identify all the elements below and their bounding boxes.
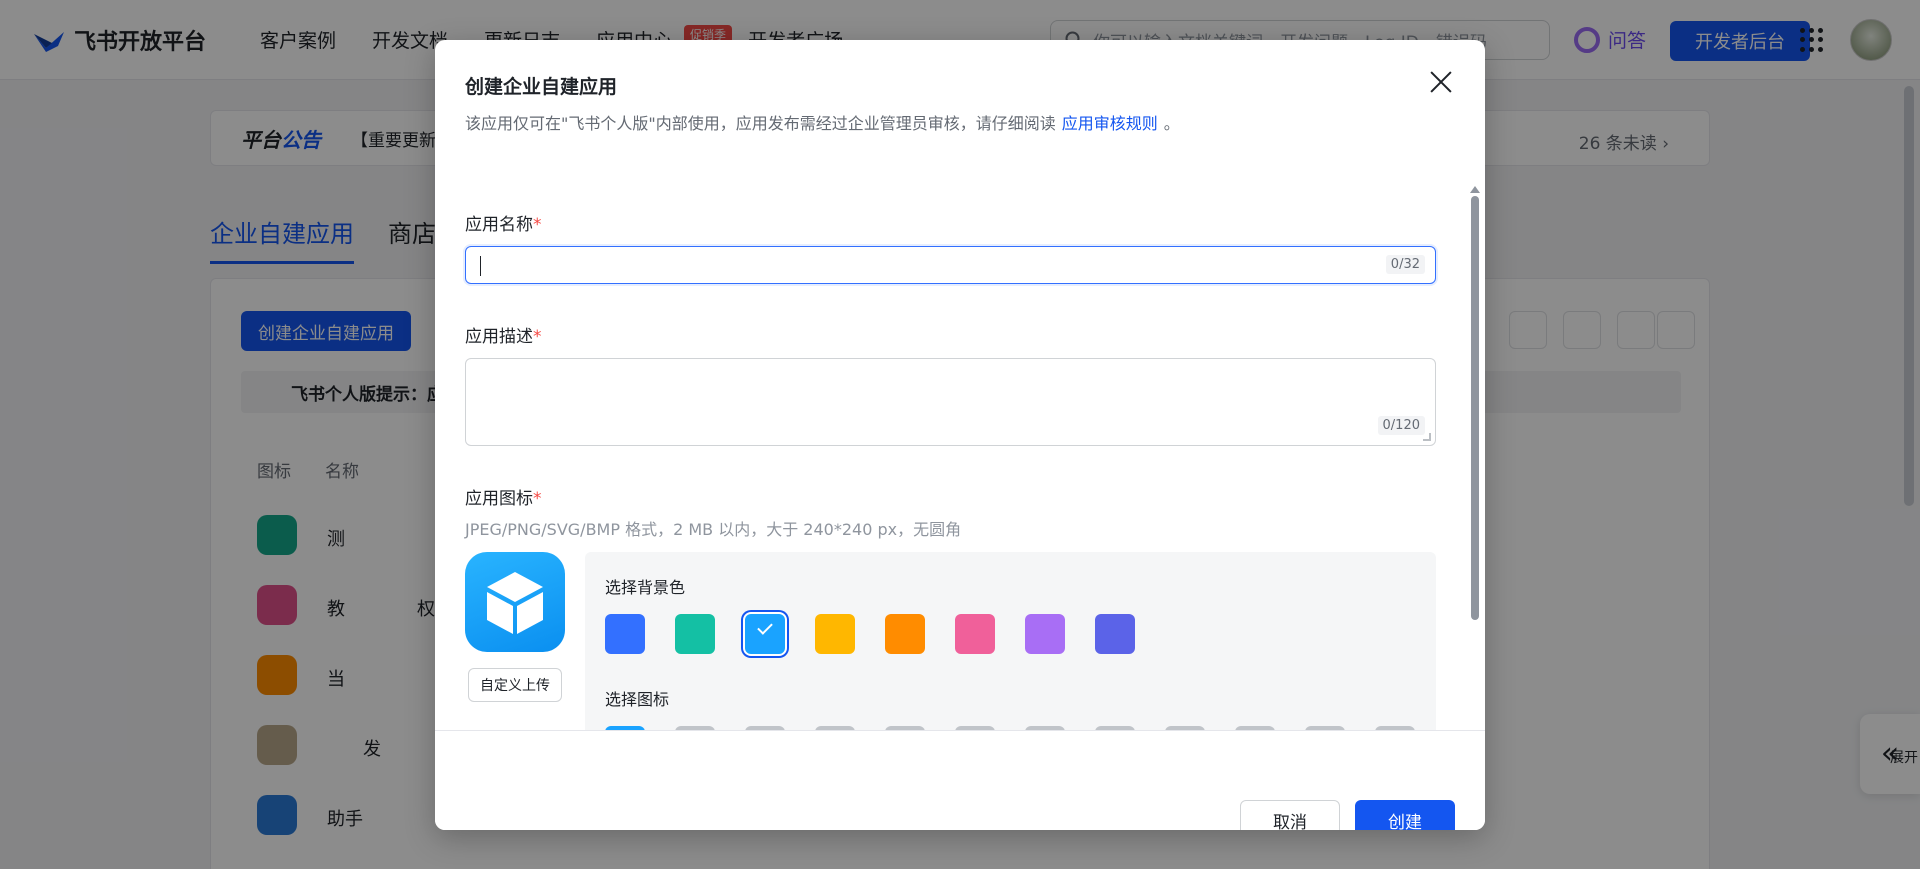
close-icon[interactable] [1427, 68, 1455, 96]
cube-icon [487, 572, 543, 634]
dialog-scrollbar[interactable] [1470, 186, 1480, 756]
required-mark: * [533, 327, 542, 347]
scroll-up-icon[interactable] [1470, 186, 1480, 193]
app-desc-label: 应用描述* [465, 322, 542, 347]
bg-color-swatch[interactable] [1025, 614, 1065, 654]
create-app-dialog: 创建企业自建应用 该应用仅可在"飞书个人版"内部使用，应用发布需经过企业管理员审… [435, 40, 1485, 830]
bg-color-swatch[interactable] [815, 614, 855, 654]
app-desc-counter: 0/120 [1377, 416, 1425, 435]
app-name-label-text: 应用名称 [465, 215, 533, 235]
required-mark: * [533, 489, 542, 509]
resize-handle-icon[interactable] [1423, 433, 1431, 441]
bg-color-swatch[interactable] [605, 614, 645, 654]
checkmark-icon [757, 619, 773, 635]
app-name-label: 应用名称* [465, 210, 542, 235]
custom-upload-button[interactable]: 自定义上传 [468, 668, 562, 702]
bg-color-swatch[interactable] [745, 614, 785, 654]
dialog-footer: 取消 创建 [435, 730, 1485, 830]
app-icon-label: 应用图标* [465, 484, 542, 509]
app-icon-label-text: 应用图标 [465, 489, 533, 509]
cancel-button[interactable]: 取消 [1240, 800, 1340, 830]
scrollbar-thumb[interactable] [1471, 196, 1479, 620]
app-desc-label-text: 应用描述 [465, 327, 533, 347]
create-button[interactable]: 创建 [1355, 800, 1455, 830]
dialog-subtitle: 该应用仅可在"飞书个人版"内部使用，应用发布需经过企业管理员审核，请仔细阅读 应用… [465, 110, 1180, 134]
dialog-subtitle-text: 该应用仅可在"飞书个人版"内部使用，应用发布需经过企业管理员审核，请仔细阅读 [465, 114, 1056, 133]
icon-format-hint: JPEG/PNG/SVG/BMP 格式，2 MB 以内，大于 240*240 p… [465, 520, 962, 539]
dialog-subtitle-end: 。 [1163, 114, 1180, 133]
app-icon-preview [465, 552, 565, 652]
bg-color-swatch[interactable] [955, 614, 995, 654]
required-mark: * [533, 215, 542, 235]
bg-color-swatch[interactable] [1095, 614, 1135, 654]
app-name-input[interactable]: 0/32 [465, 246, 1436, 284]
bg-color-label: 选择背景色 [605, 578, 686, 597]
dialog-body: 应用名称* 0/32 应用描述* 0/120 应用图标* JPEG/PNG/SV… [435, 160, 1485, 770]
icon-choice-label: 选择图标 [605, 690, 670, 709]
bg-color-swatch[interactable] [885, 614, 925, 654]
dialog-title: 创建企业自建应用 [465, 76, 618, 98]
text-caret [480, 256, 481, 276]
review-rules-link[interactable]: 应用审核规则 [1062, 114, 1158, 133]
app-description-field[interactable]: 0/120 [465, 358, 1436, 446]
bg-color-swatch[interactable] [675, 614, 715, 654]
app-name-counter: 0/32 [1385, 255, 1425, 274]
